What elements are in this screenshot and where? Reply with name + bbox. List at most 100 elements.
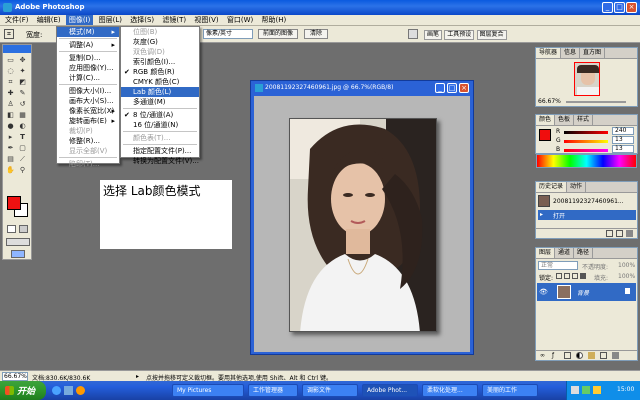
navigator-zoom[interactable]: 66.67% bbox=[538, 98, 561, 105]
hand-tool-icon[interactable]: ✋ bbox=[6, 166, 15, 175]
path-selection-tool-icon[interactable]: ▸ bbox=[6, 133, 15, 142]
channel-b-slider[interactable] bbox=[564, 149, 608, 152]
image-menu-apply-image[interactable]: 应用图像(Y)... bbox=[57, 63, 119, 73]
clear-button[interactable]: 清除 bbox=[304, 29, 328, 39]
mode-indexed[interactable]: 索引颜色(I)... bbox=[121, 57, 199, 67]
taskbar-item-my-pictures[interactable]: My Pictures bbox=[172, 384, 244, 397]
status-arrow-icon[interactable]: ▸ bbox=[136, 373, 139, 380]
new-layer-icon[interactable] bbox=[600, 352, 607, 359]
menu-view[interactable]: 视图(V) bbox=[191, 15, 221, 25]
document-close-button[interactable]: × bbox=[459, 83, 469, 93]
color-spectrum-bar[interactable] bbox=[536, 154, 637, 168]
fill-value[interactable]: 100% bbox=[618, 273, 635, 280]
quicklaunch-desktop-icon[interactable] bbox=[64, 386, 73, 395]
delete-layer-icon[interactable] bbox=[612, 352, 619, 359]
tab-brushes[interactable]: 画笔 bbox=[424, 30, 443, 40]
menu-filter[interactable]: 滤镜(T) bbox=[159, 15, 189, 25]
document-maximize-button[interactable]: □ bbox=[447, 83, 457, 93]
maximize-button[interactable]: □ bbox=[614, 2, 625, 13]
minimize-button[interactable]: _ bbox=[602, 2, 613, 13]
layer-row-background[interactable]: 👁 背景 bbox=[537, 283, 636, 301]
eyedropper-tool-icon[interactable]: ⟋ bbox=[18, 155, 27, 164]
taskbar-item-files[interactable]: 调影文件 bbox=[302, 384, 358, 397]
tray-volume-icon[interactable] bbox=[571, 386, 579, 394]
lock-move-icon[interactable] bbox=[572, 273, 578, 279]
tab-swatches[interactable]: 色板 bbox=[555, 115, 575, 125]
opacity-value[interactable]: 100% bbox=[618, 262, 635, 269]
link-layers-icon[interactable]: ∞ bbox=[540, 352, 545, 359]
lock-paint-icon[interactable] bbox=[564, 273, 570, 279]
image-menu-duplicate[interactable]: 复制(D)... bbox=[57, 53, 119, 63]
marquee-tool-icon[interactable]: ▭ bbox=[6, 56, 15, 65]
new-snapshot-icon[interactable] bbox=[616, 230, 623, 237]
screen-mode-icon[interactable] bbox=[6, 238, 30, 246]
tab-paths[interactable]: 路径 bbox=[574, 248, 594, 258]
tab-layer-comps[interactable]: 图层复合 bbox=[476, 30, 507, 40]
menu-edit[interactable]: 编辑(E) bbox=[34, 15, 64, 25]
history-brush-tool-icon[interactable]: ↺ bbox=[18, 100, 27, 109]
tab-actions[interactable]: 动作 bbox=[567, 182, 587, 192]
navigator-thumbnail[interactable] bbox=[574, 62, 600, 96]
document-canvas-area[interactable] bbox=[254, 96, 470, 352]
channel-g-slider[interactable] bbox=[564, 140, 608, 143]
menu-window[interactable]: 窗口(W) bbox=[224, 15, 256, 25]
slice-tool-icon[interactable]: ◩ bbox=[18, 78, 27, 87]
mode-rgb[interactable]: ✔ RGB 颜色(R) bbox=[121, 67, 199, 77]
mode-8bit[interactable]: ✔ 8 位/通道(A) bbox=[121, 110, 199, 120]
mode-cmyk[interactable]: CMYK 颜色(C) bbox=[121, 77, 199, 87]
notes-tool-icon[interactable]: ▤ bbox=[6, 155, 15, 164]
image-menu-pixel-aspect[interactable]: 像素长宽比(X) ▸ bbox=[57, 106, 119, 116]
lasso-tool-icon[interactable]: ◌ bbox=[6, 67, 15, 76]
taskbar-item-softening[interactable]: 柔软化处理... bbox=[422, 384, 478, 397]
pen-tool-icon[interactable]: ✒ bbox=[6, 144, 15, 153]
menu-file[interactable]: 文件(F) bbox=[2, 15, 32, 25]
mode-16bit[interactable]: 16 位/通道(N) bbox=[121, 120, 199, 130]
tab-styles[interactable]: 样式 bbox=[574, 115, 594, 125]
new-document-icon[interactable] bbox=[606, 230, 613, 237]
tab-color[interactable]: 颜色 bbox=[536, 115, 556, 125]
tray-ime-icon[interactable] bbox=[593, 386, 601, 394]
healing-brush-tool-icon[interactable]: ✚ bbox=[6, 89, 15, 98]
quicklaunch-media-icon[interactable] bbox=[76, 386, 85, 395]
move-tool-icon[interactable]: ✥ bbox=[18, 56, 27, 65]
tray-network-icon[interactable] bbox=[582, 386, 590, 394]
channel-g-value[interactable]: 13 bbox=[612, 136, 634, 144]
tab-info[interactable]: 信息 bbox=[561, 48, 581, 58]
tab-history[interactable]: 历史记录 bbox=[536, 182, 568, 192]
channel-r-value[interactable]: 240 bbox=[612, 127, 634, 135]
status-zoom[interactable]: 66.67% bbox=[2, 372, 28, 381]
imageready-icon[interactable] bbox=[11, 250, 25, 258]
image-menu-calculations[interactable]: 计算(C)... bbox=[57, 73, 119, 83]
start-button[interactable]: 开始 bbox=[0, 381, 46, 400]
color-fg-swatch[interactable] bbox=[539, 129, 551, 141]
image-menu-rotate-canvas[interactable]: 旋转画布(E) ▸ bbox=[57, 116, 119, 126]
menu-select[interactable]: 选择(S) bbox=[127, 15, 157, 25]
mode-multichannel[interactable]: 多通道(M) bbox=[121, 97, 199, 107]
crop-tool-icon[interactable]: ⌗ bbox=[4, 29, 14, 39]
tab-navigator[interactable]: 导航器 bbox=[536, 48, 562, 58]
blend-mode-select[interactable]: 正常 bbox=[538, 261, 578, 270]
crop-tool-icon[interactable]: ⌗ bbox=[6, 78, 15, 87]
taskbar-item-photoshop[interactable]: Adobe Phot... bbox=[362, 384, 418, 397]
zoom-tool-icon[interactable]: ⚲ bbox=[18, 166, 27, 175]
gradient-tool-icon[interactable]: ▦ bbox=[18, 111, 27, 120]
image-menu-image-size[interactable]: 图像大小(I)... bbox=[57, 86, 119, 96]
close-button[interactable]: × bbox=[626, 2, 637, 13]
standard-mode-icon[interactable] bbox=[7, 225, 16, 233]
trash-icon[interactable] bbox=[626, 230, 633, 237]
document-minimize-button[interactable]: _ bbox=[435, 83, 445, 93]
tab-channels[interactable]: 通道 bbox=[555, 248, 575, 258]
adjustment-layer-icon[interactable] bbox=[576, 352, 583, 359]
stamp-tool-icon[interactable]: ♙ bbox=[6, 100, 15, 109]
brush-tool-icon[interactable]: ✎ bbox=[18, 89, 27, 98]
dodge-tool-icon[interactable]: ◐ bbox=[18, 122, 27, 131]
layer-style-icon[interactable]: ƒ bbox=[552, 352, 554, 359]
quick-mask-icon[interactable] bbox=[19, 225, 28, 233]
mode-grayscale[interactable]: 灰度(G) bbox=[121, 37, 199, 47]
shape-tool-icon[interactable]: ▢ bbox=[18, 144, 27, 153]
eraser-tool-icon[interactable]: ◧ bbox=[6, 111, 15, 120]
mode-lab[interactable]: Lab 颜色(L) bbox=[121, 87, 199, 97]
lock-all-icon[interactable] bbox=[580, 273, 586, 279]
tab-tool-presets[interactable]: 工具预设 bbox=[444, 30, 475, 40]
history-step-open[interactable]: ▸ 打开 bbox=[538, 210, 636, 220]
